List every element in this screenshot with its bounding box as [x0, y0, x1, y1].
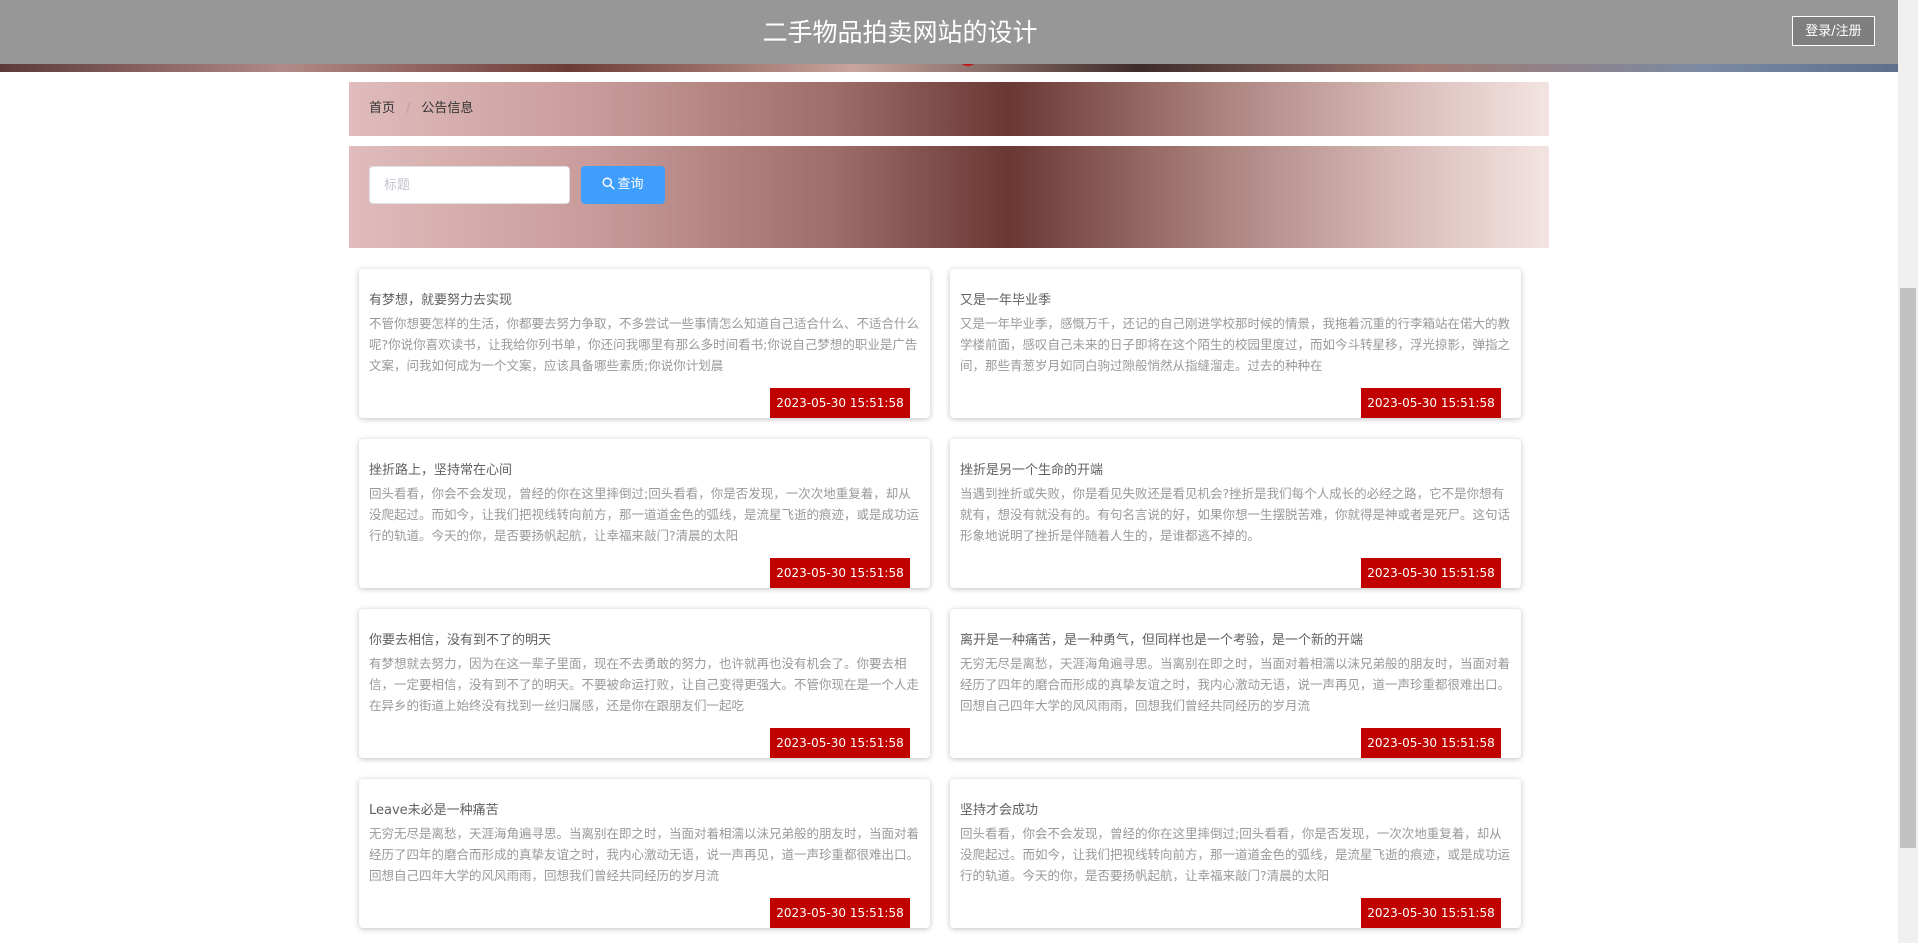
notice-title: 挫折是另一个生命的开端	[960, 463, 1104, 478]
site-title: 二手物品拍卖网站的设计	[762, 18, 1038, 47]
notice-excerpt: 回头看看，你会不会发现，曾经的你在这里摔倒过;回头看看，你是否发现，一次次地重复…	[369, 486, 920, 543]
notice-excerpt: 有梦想就去努力，因为在这一辈子里面，现在不去勇敢的努力，也许就再也没有机会了。你…	[369, 656, 920, 713]
breadcrumb-bar: 首页 / 公告信息	[349, 82, 1549, 136]
notice-title: Leave未必是一种痛苦	[369, 803, 499, 818]
notice-excerpt: 当遇到挫折或失败，你是看见失败还是看见机会?挫折是我们每个人成长的必经之路，它不…	[960, 486, 1511, 543]
notice-card[interactable]: 坚持才会成功 回头看看，你会不会发现，曾经的你在这里摔倒过;回头看看，你是否发现…	[950, 779, 1521, 928]
breadcrumb-separator: /	[406, 101, 411, 116]
breadcrumb: 首页 / 公告信息	[369, 82, 473, 136]
title-search-input[interactable]	[369, 166, 570, 204]
notice-card[interactable]: 挫折路上，坚持常在心间 回头看看，你会不会发现，曾经的你在这里摔倒过;回头看看，…	[359, 439, 930, 588]
search-icon	[602, 177, 615, 190]
notice-date-badge: 2023-05-30 15:51:58	[770, 558, 910, 588]
notice-card[interactable]: 你要去相信，没有到不了的明天 有梦想就去努力，因为在这一辈子里面，现在不去勇敢的…	[359, 609, 930, 758]
notice-date-badge: 2023-05-30 15:51:58	[1361, 388, 1501, 418]
notice-title: 有梦想，就要努力去实现	[369, 293, 513, 308]
notice-title: 又是一年毕业季	[960, 293, 1052, 308]
search-button[interactable]: 查询	[581, 166, 665, 204]
notice-title: 坚持才会成功	[960, 803, 1039, 818]
notice-card[interactable]: 又是一年毕业季 又是一年毕业季，感慨万千，还记的自己刚进学校那时候的情景，我拖着…	[950, 269, 1521, 418]
notice-title: 你要去相信，没有到不了的明天	[369, 633, 552, 648]
search-bar: 查询	[349, 146, 1549, 248]
notice-date-badge: 2023-05-30 15:51:58	[770, 898, 910, 928]
breadcrumb-current: 公告信息	[421, 101, 474, 116]
scrollbar-thumb[interactable]	[1900, 288, 1916, 848]
notice-date-badge: 2023-05-30 15:51:58	[770, 388, 910, 418]
breadcrumb-home-link[interactable]: 首页	[369, 101, 395, 116]
notice-title: 离开是一种痛苦，是一种勇气，但同样也是一个考验，是一个新的开端	[960, 633, 1364, 648]
login-register-button[interactable]: 登录/注册	[1792, 16, 1875, 46]
site-header: 二手物品拍卖网站的设计 登录/注册	[0, 0, 1898, 64]
notice-excerpt: 回头看看，你会不会发现，曾经的你在这里摔倒过;回头看看，你是否发现，一次次地重复…	[960, 826, 1511, 883]
notice-excerpt: 无穷无尽是离愁，天涯海角遍寻思。当离别在即之时，当面对着相濡以沫兄弟般的朋友时，…	[369, 826, 920, 883]
notice-card[interactable]: 挫折是另一个生命的开端 当遇到挫折或失败，你是看见失败还是看见机会?挫折是我们每…	[950, 439, 1521, 588]
notice-date-badge: 2023-05-30 15:51:58	[1361, 728, 1501, 758]
notice-excerpt: 无穷无尽是离愁，天涯海角遍寻思。当离别在即之时，当面对着相濡以沫兄弟般的朋友时，…	[960, 656, 1511, 713]
notice-card[interactable]: Leave未必是一种痛苦 无穷无尽是离愁，天涯海角遍寻思。当离别在即之时，当面对…	[359, 779, 930, 928]
search-button-label: 查询	[617, 177, 644, 192]
notice-date-badge: 2023-05-30 15:51:58	[770, 728, 910, 758]
notice-excerpt: 又是一年毕业季，感慨万千，还记的自己刚进学校那时候的情景，我拖着沉重的行李箱站在…	[960, 316, 1511, 373]
notice-card[interactable]: 有梦想，就要努力去实现 不管你想要怎样的生活，你都要去努力争取，不多尝试一些事情…	[359, 269, 930, 418]
notice-title: 挫折路上，坚持常在心间	[369, 463, 513, 478]
notice-date-badge: 2023-05-30 15:51:58	[1361, 898, 1501, 928]
notice-excerpt: 不管你想要怎样的生活，你都要去努力争取，不多尝试一些事情怎么知道自己适合什么、不…	[369, 316, 920, 373]
notice-card[interactable]: 离开是一种痛苦，是一种勇气，但同样也是一个考验，是一个新的开端 无穷无尽是离愁，…	[950, 609, 1521, 758]
notice-date-badge: 2023-05-30 15:51:58	[1361, 558, 1501, 588]
